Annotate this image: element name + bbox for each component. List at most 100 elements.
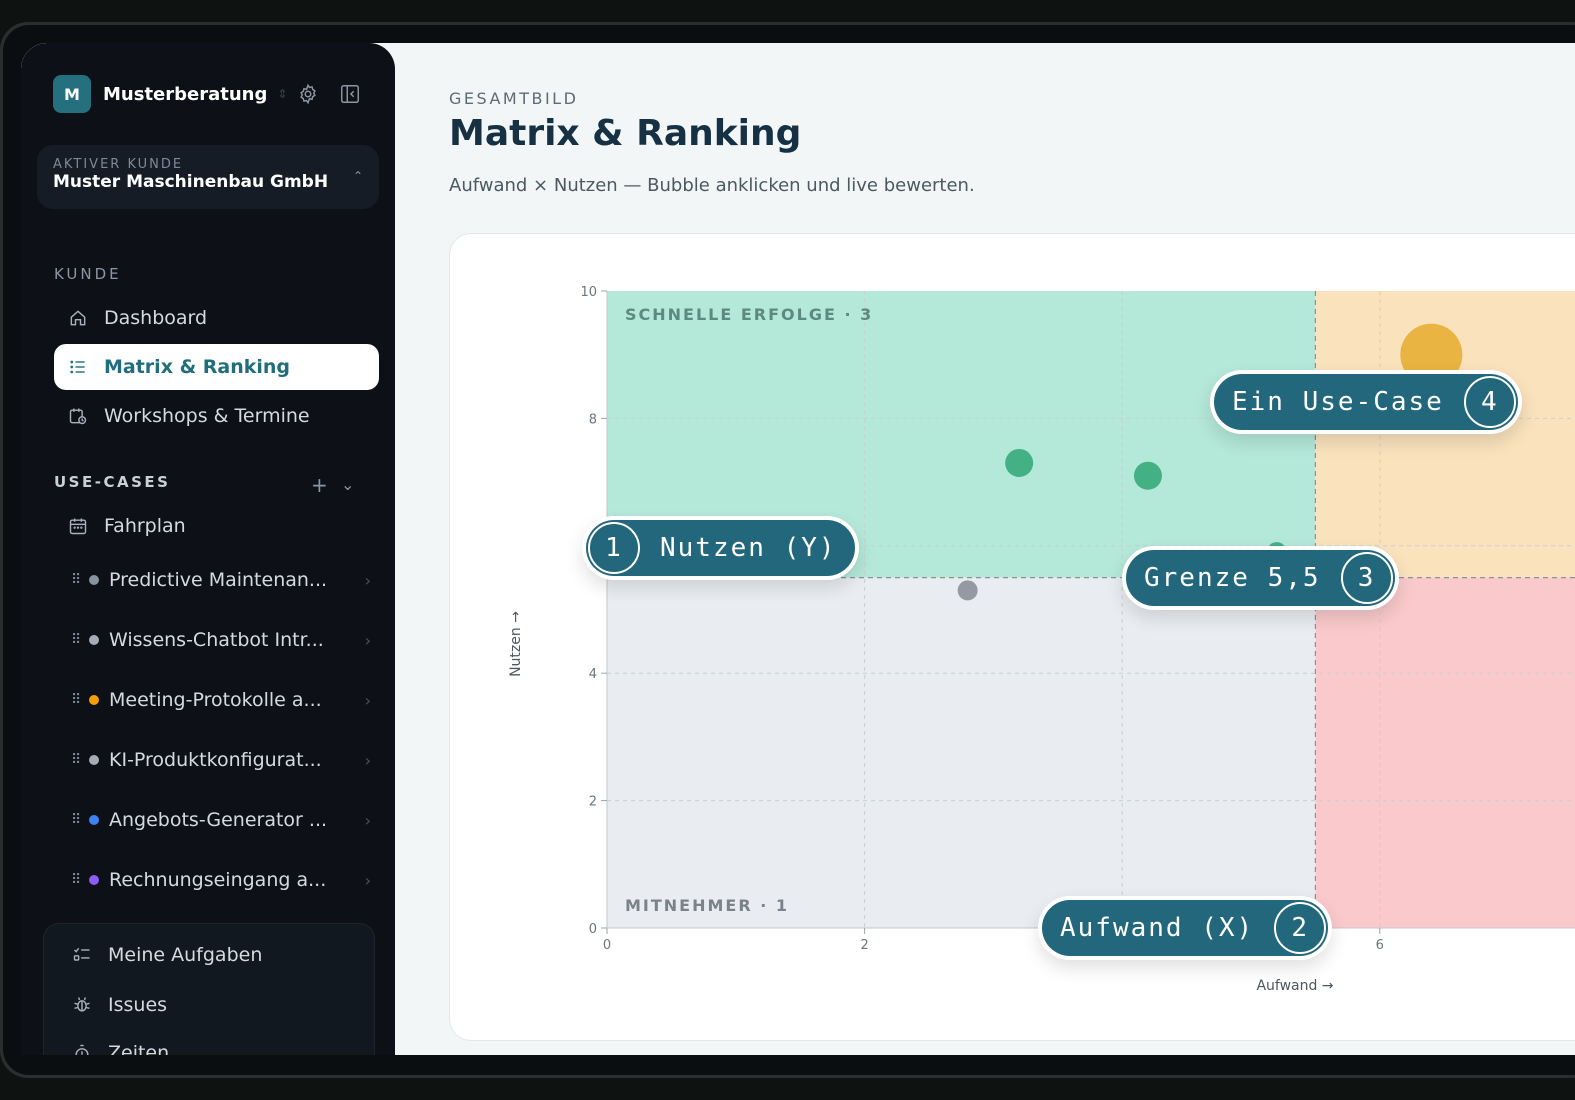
main-content: GESAMTBILD Matrix & Ranking Aufwand × Nu… [395, 43, 1575, 1055]
drag-handle-icon[interactable]: ⠿ [71, 632, 85, 648]
use-case-item[interactable]: ⠿ KI-Produktkonfigurat... › [71, 740, 371, 780]
nav-dashboard-label: Dashboard [104, 307, 208, 329]
nav-matrix-ranking[interactable]: Matrix & Ranking [54, 344, 379, 390]
status-dot [89, 695, 99, 705]
active-customer-name: Muster Maschinenbau GmbH [53, 172, 329, 192]
drag-handle-icon[interactable]: ⠿ [71, 572, 85, 588]
nav-fahrplan-label: Fahrplan [104, 515, 186, 537]
drag-handle-icon[interactable]: ⠿ [71, 872, 85, 888]
collapse-sidebar-button[interactable] [339, 83, 361, 105]
callout-body: Ein Use-Case 4 [1214, 374, 1518, 430]
nav-workshops[interactable]: Workshops & Termine [54, 393, 379, 439]
chevron-updown-icon: ⌃ [352, 169, 363, 183]
use-case-bubble[interactable] [957, 580, 978, 601]
nav-times-label: Zeiten [108, 1042, 170, 1055]
nav-matrix-label: Matrix & Ranking [104, 356, 291, 378]
list-icon [70, 360, 85, 374]
drag-handle-icon[interactable]: ⠿ [71, 812, 85, 828]
callout-number: 2 [1274, 902, 1327, 954]
device-frame: M Musterberatung ⇕ AKTIVER KUNDE Muster … [0, 22, 1575, 1078]
use-case-bubble[interactable] [1133, 461, 1162, 490]
x-tick-label: 2 [860, 938, 868, 953]
use-case-item[interactable]: ⠿ Angebots-Generator ... › [71, 800, 371, 840]
chevron-down-icon[interactable]: ⌄ [341, 475, 354, 494]
quadrant-label-take-along: MITNEHMER · 1 [625, 896, 789, 915]
add-use-case-button[interactable]: + [311, 473, 328, 497]
nav-workshops-label: Workshops & Termine [104, 405, 310, 427]
callout-pill: Grenze 5,5 3 [1122, 546, 1399, 610]
page-title: Matrix & Ranking [449, 113, 802, 154]
nav-issues-label: Issues [108, 994, 168, 1016]
active-customer-select[interactable]: AKTIVER KUNDE Muster Maschinenbau GmbH ⌃ [37, 145, 379, 209]
nav-my-tasks[interactable]: Meine Aufgaben [72, 944, 262, 966]
x-tick-label: 0 [603, 938, 611, 953]
brand-switcher[interactable]: M Musterberatung ⇕ [53, 75, 287, 113]
nav-my-tasks-label: Meine Aufgaben [108, 944, 263, 966]
nav-issues[interactable]: Issues [72, 994, 167, 1016]
quadrant-avoid [1315, 577, 1575, 928]
section-label-use-cases: USE-CASES [54, 473, 171, 491]
bug-icon [74, 997, 90, 1012]
status-dot [89, 755, 99, 765]
use-case-item[interactable]: ⠿ Meeting-Protokolle a... › [71, 680, 371, 720]
status-dot [89, 575, 99, 585]
device-bezel: M Musterberatung ⇕ AKTIVER KUNDE Muster … [3, 25, 1575, 1075]
matrix-card: 0 2 4 8 10 0 2 6 SCHNELLE ERFOLGE · 3 MITNEHMER ·… [449, 233, 1575, 1041]
callout-number: 1 [588, 522, 640, 574]
use-case-item[interactable]: ⠿ Predictive Maintenan... › [71, 560, 371, 600]
callout-text: Nutzen (Y) [660, 533, 837, 563]
brand-name: Musterberatung [103, 83, 268, 105]
use-case-item[interactable]: ⠿ Wissens-Chatbot Intr... › [71, 620, 371, 660]
use-case-label: KI-Produktkonfigurat... [109, 749, 322, 771]
chevron-right-icon: › [364, 750, 371, 770]
chevron-right-icon: › [364, 690, 371, 710]
nav-dashboard[interactable]: Dashboard [54, 295, 379, 341]
callout-body: 1 Nutzen (Y) [586, 520, 855, 576]
status-dot [89, 875, 99, 885]
callout-pill: Aufwand (X) 2 [1038, 896, 1333, 960]
checklist-icon [73, 947, 90, 961]
quadrant-label-quick-wins: SCHNELLE ERFOLGE · 3 [625, 305, 873, 324]
chevron-right-icon: › [364, 630, 371, 650]
x-axis-label: Aufwand → [1256, 978, 1333, 994]
callout-pill: 1 Nutzen (Y) [582, 516, 859, 580]
y-tick-label: 0 [589, 922, 597, 937]
active-customer-label: AKTIVER KUNDE [53, 157, 184, 172]
app-screen: M Musterberatung ⇕ AKTIVER KUNDE Muster … [21, 43, 1575, 1055]
status-dot [89, 815, 99, 825]
use-case-item[interactable]: ⠿ Rechnungseingang a... › [71, 860, 371, 900]
y-tick-label: 2 [589, 795, 597, 810]
callout-body: Aufwand (X) 2 [1042, 900, 1329, 956]
y-tick-label: 8 [589, 412, 597, 427]
sidebar-collapse-icon [341, 85, 359, 103]
chevron-right-icon: › [364, 570, 371, 590]
drag-handle-icon[interactable]: ⠿ [71, 752, 85, 768]
use-case-label: Wissens-Chatbot Intr... [109, 629, 324, 651]
page-eyebrow: GESAMTBILD [449, 89, 579, 108]
section-label-kunde: KUNDE [54, 265, 122, 283]
y-tick-label: 10 [580, 285, 597, 300]
quadrant-take-along [607, 577, 1316, 928]
chevron-updown-icon: ⇕ [277, 87, 288, 101]
callout-number: 4 [1463, 376, 1516, 428]
gear-icon [300, 83, 316, 105]
callout-number: 3 [1340, 552, 1393, 604]
nav-times[interactable]: Zeiten [72, 1042, 169, 1055]
nav-fahrplan[interactable]: Fahrplan [54, 503, 379, 549]
callout-pill: Ein Use-Case 4 [1210, 370, 1522, 434]
matrix-chart-svg: 0 2 4 8 10 0 2 6 SCHNELLE ERFOLGE · 3 MITNEHMER ·… [508, 285, 1575, 994]
y-axis-label: Nutzen → [508, 611, 524, 677]
callout-text: Ein Use-Case [1232, 387, 1444, 417]
use-case-label: Angebots-Generator ... [109, 809, 328, 831]
settings-button[interactable] [297, 83, 319, 105]
chevron-right-icon: › [364, 870, 371, 890]
use-case-bubble[interactable] [1005, 448, 1034, 477]
status-dot [89, 635, 99, 645]
callout-body: Grenze 5,5 3 [1126, 550, 1395, 606]
drag-handle-icon[interactable]: ⠿ [71, 692, 85, 708]
use-case-label: Predictive Maintenan... [109, 569, 328, 591]
callout-text: Grenze 5,5 [1144, 563, 1321, 593]
brand-logo: M [53, 75, 91, 113]
matrix-chart: 0 2 4 8 10 0 2 6 SCHNELLE ERFOLGE · 3 MITNEHMER ·… [450, 234, 1575, 1046]
use-case-label: Meeting-Protokolle a... [109, 689, 322, 711]
